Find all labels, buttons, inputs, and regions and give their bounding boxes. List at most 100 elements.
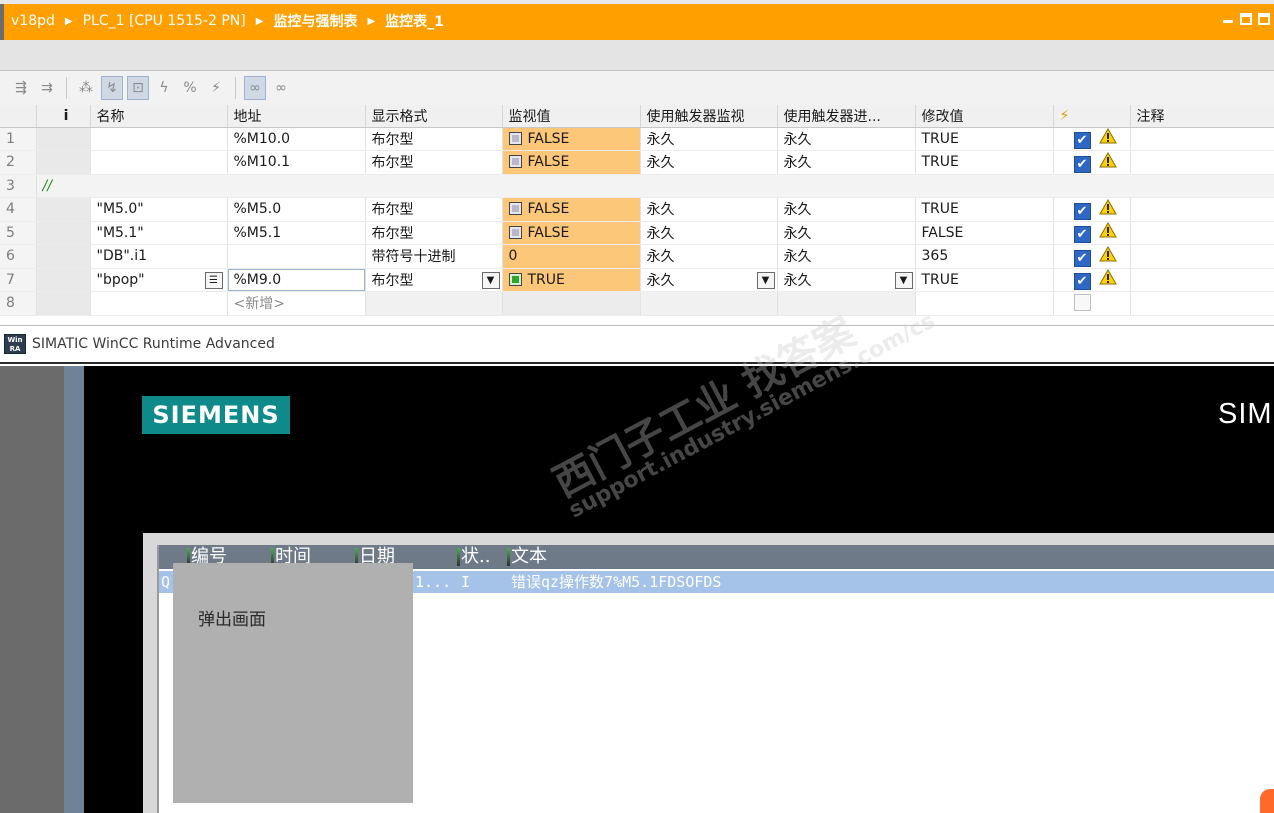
monitor-trigger-cell[interactable]: [640, 291, 778, 316]
header-address[interactable]: 地址: [227, 105, 366, 128]
show-trigger-icon[interactable]: ⊡: [127, 76, 149, 100]
name-cell[interactable]: [90, 291, 228, 316]
checkbox-checked-icon[interactable]: ✔: [1073, 155, 1091, 173]
name-cell[interactable]: "M5.1": [90, 221, 228, 245]
table-row-selected[interactable]: 7 "bpop" ☰ %M9.0 布尔型 ▼ TRUE 永久 ▼ 永久 ▼ TRUE ✔: [0, 268, 1274, 292]
tag-list-icon[interactable]: ☰: [204, 271, 223, 289]
format-cell[interactable]: 布尔型 ▼: [365, 268, 503, 292]
table-row[interactable]: 1 %M10.0 布尔型 FALSE 永久 永久 TRUE ✔: [0, 127, 1274, 151]
alarm-header-text[interactable]: 文本: [507, 545, 547, 569]
format-cell[interactable]: 布尔型: [365, 197, 503, 222]
maximize-icon[interactable]: [1258, 13, 1270, 25]
checkbox-checked-icon[interactable]: ✔: [1073, 249, 1091, 267]
runtime-left-frame: [0, 366, 64, 813]
monitor-trigger-dropdown-icon[interactable]: ▼: [756, 271, 775, 289]
header-modify-flag[interactable]: ⚡: [1053, 105, 1131, 128]
table-row[interactable]: 4 "M5.0" %M5.0 布尔型 FALSE 永久 永久 TRUE ✔: [0, 197, 1274, 222]
name-cell[interactable]: [90, 150, 228, 175]
comment-line-cell[interactable]: //: [36, 174, 1274, 198]
format-cell[interactable]: 带符号十进制: [365, 244, 503, 269]
format-cell[interactable]: 布尔型: [365, 221, 503, 245]
modify-trigger-icon[interactable]: %: [179, 76, 201, 100]
format-cell[interactable]: [365, 291, 503, 316]
breadcrumb-watch-table[interactable]: 监控表_1: [385, 11, 444, 31]
address-cell[interactable]: %M10.1: [227, 150, 366, 175]
format-cell[interactable]: 布尔型: [365, 150, 503, 175]
table-row[interactable]: 5 "M5.1" %M5.1 布尔型 FALSE 永久 永久 FALSE ✔: [0, 221, 1274, 245]
comment-cell[interactable]: [1130, 127, 1274, 151]
format-cell[interactable]: 布尔型: [365, 127, 503, 151]
monitor-trigger-cell[interactable]: 永久: [640, 244, 778, 269]
comment-cell[interactable]: [1130, 197, 1274, 222]
address-cell[interactable]: %M5.0: [227, 197, 366, 222]
modify-trigger-cell[interactable]: 永久 ▼: [777, 268, 916, 292]
table-row-comment[interactable]: 3 //: [0, 174, 1274, 198]
checkbox-checked-icon[interactable]: ✔: [1073, 226, 1091, 244]
monitor-trigger-cell[interactable]: 永久: [640, 150, 778, 175]
monitor-trigger-cell[interactable]: 永久 ▼: [640, 268, 778, 292]
modify-trigger-cell[interactable]: 永久: [777, 244, 916, 269]
show-all-modify-icon[interactable]: ↯: [101, 76, 123, 100]
address-cell-editing[interactable]: %M9.0: [227, 268, 366, 292]
monitor-trigger-cell[interactable]: 永久: [640, 127, 778, 151]
comment-cell[interactable]: [1130, 221, 1274, 245]
minimize-icon[interactable]: [1222, 13, 1234, 25]
breadcrumb-watch-force[interactable]: 监控与强制表: [273, 11, 357, 31]
header-name[interactable]: 名称: [90, 105, 228, 128]
name-cell[interactable]: "M5.0": [90, 197, 228, 222]
header-modify-value[interactable]: 修改值: [915, 105, 1054, 128]
name-cell[interactable]: [90, 127, 228, 151]
address-cell[interactable]: %M10.0: [227, 127, 366, 151]
format-dropdown-icon[interactable]: ▼: [481, 271, 500, 289]
checkbox-checked-icon[interactable]: ✔: [1073, 132, 1091, 150]
modify-value-cell[interactable]: TRUE: [915, 197, 1054, 222]
force-icon[interactable]: ⚡: [205, 76, 227, 100]
modify-trigger-cell[interactable]: 永久: [777, 221, 916, 245]
modify-trigger-cell[interactable]: 永久: [777, 150, 916, 175]
checkbox-unchecked-icon[interactable]: [1073, 294, 1091, 312]
monitor-now-icon[interactable]: ∞: [270, 76, 292, 100]
name-cell[interactable]: "bpop" ☰: [90, 268, 228, 292]
header-info[interactable]: i: [36, 105, 91, 128]
modify-trigger-cell[interactable]: 永久: [777, 197, 916, 222]
modify-value-cell[interactable]: TRUE: [915, 150, 1054, 175]
address-cell[interactable]: %M5.1: [227, 221, 366, 245]
wildcard-icon[interactable]: ⁂: [75, 76, 97, 100]
monitor-trigger-cell[interactable]: 永久: [640, 197, 778, 222]
monitor-all-icon[interactable]: ∞: [244, 76, 266, 100]
table-row[interactable]: 2 %M10.1 布尔型 FALSE 永久 永久 TRUE ✔: [0, 150, 1274, 175]
modify-value-cell[interactable]: FALSE: [915, 221, 1054, 245]
header-comment[interactable]: 注释: [1130, 105, 1274, 128]
comment-cell[interactable]: [1130, 150, 1274, 175]
checkbox-checked-icon[interactable]: ✔: [1073, 273, 1091, 291]
breadcrumb-project[interactable]: v18pd: [11, 13, 55, 29]
modify-now-icon[interactable]: ϟ: [153, 76, 175, 100]
header-display-format[interactable]: 显示格式: [365, 105, 503, 128]
modify-value-cell[interactable]: TRUE: [915, 127, 1054, 151]
monitor-trigger-cell[interactable]: 永久: [640, 221, 778, 245]
restore-icon[interactable]: [1240, 13, 1252, 25]
comment-cell[interactable]: [1130, 268, 1274, 292]
modify-value-cell[interactable]: [915, 291, 1054, 316]
modify-value-cell[interactable]: 365: [915, 244, 1054, 269]
table-row[interactable]: 6 "DB".i1 带符号十进制 0 永久 永久 365 ✔: [0, 244, 1274, 269]
alarm-header-status[interactable]: 状..: [457, 545, 490, 569]
insert-row-icon[interactable]: ⇶: [10, 76, 32, 100]
add-new-address-cell[interactable]: <新增>: [227, 291, 366, 316]
header-monitor-trigger[interactable]: 使用触发器监视: [640, 105, 778, 128]
modify-trigger-cell[interactable]: 永久: [777, 127, 916, 151]
comment-cell[interactable]: [1130, 244, 1274, 269]
name-cell[interactable]: "DB".i1: [90, 244, 228, 269]
address-cell[interactable]: [227, 244, 366, 269]
modify-value-cell[interactable]: TRUE: [915, 268, 1054, 292]
checkbox-checked-icon[interactable]: ✔: [1073, 202, 1091, 220]
breadcrumb-plc[interactable]: PLC_1 [CPU 1515-2 PN]: [83, 13, 246, 29]
table-row-new[interactable]: 8 <新增>: [0, 291, 1274, 316]
modify-trigger-cell[interactable]: [777, 291, 916, 316]
modify-trigger-dropdown-icon[interactable]: ▼: [894, 271, 913, 289]
add-row-icon[interactable]: ⇉: [36, 76, 58, 100]
popup-screen[interactable]: 弹出画面: [173, 563, 413, 803]
header-monitor-value[interactable]: 监视值: [502, 105, 641, 128]
comment-cell[interactable]: [1130, 291, 1274, 316]
header-modify-trigger[interactable]: 使用触发器进...: [777, 105, 916, 128]
